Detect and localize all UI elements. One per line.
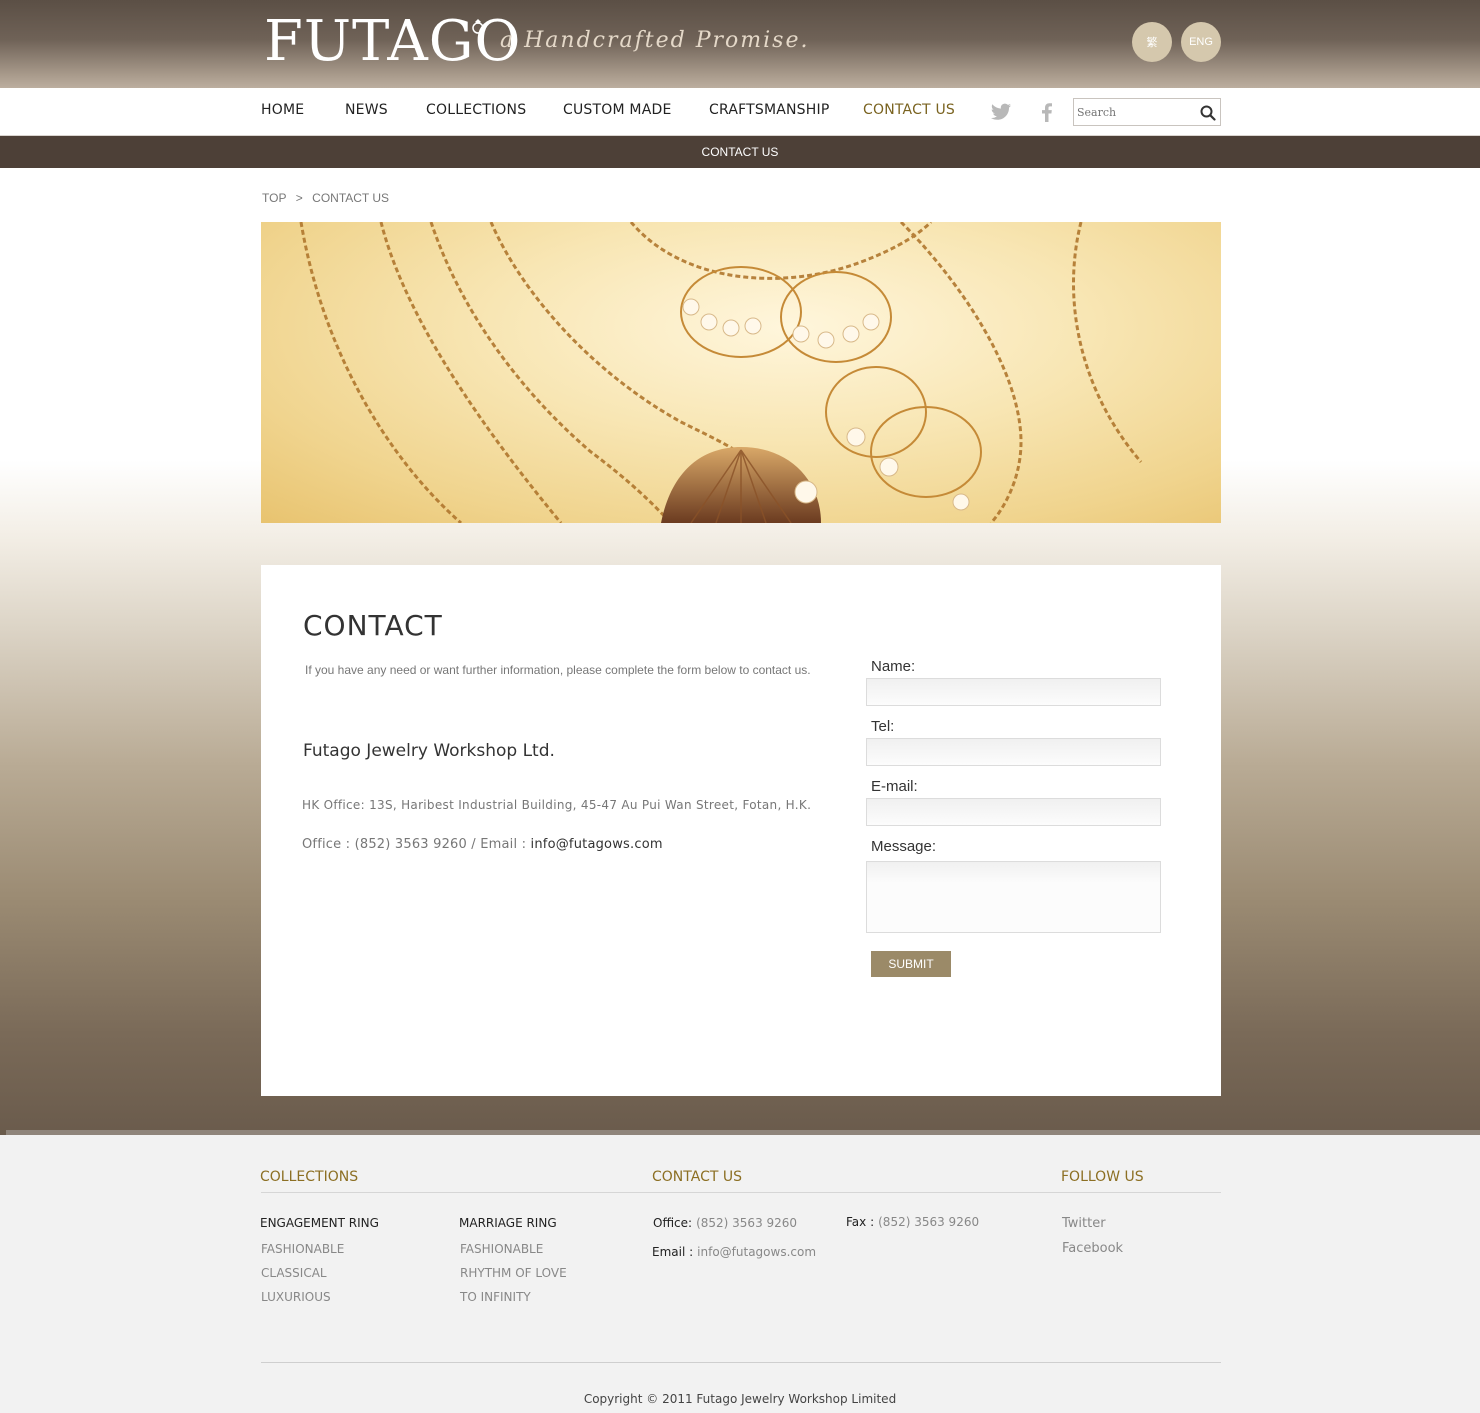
name-label: Name: <box>871 658 916 675</box>
footer-email-label: Email : <box>652 1245 694 1259</box>
nav-collections[interactable]: COLLECTIONS <box>426 102 526 118</box>
footer-link-twitter[interactable]: Twitter <box>1062 1216 1106 1231</box>
office-address: HK Office: 13S, Haribest Industrial Buil… <box>302 798 812 812</box>
contact-intro-text: If you have any need or want further inf… <box>305 663 811 677</box>
email-field[interactable] <box>866 798 1161 826</box>
lang-traditional-chinese-button[interactable]: 繁 <box>1132 22 1172 62</box>
footer-contact-heading: CONTACT US <box>652 1169 742 1185</box>
breadcrumb-current: CONTACT US <box>312 191 390 205</box>
footer-link-engagement-fashionable[interactable]: FASHIONABLE <box>261 1242 344 1256</box>
footer-office-label: Office: <box>653 1216 693 1230</box>
nav-contact-us[interactable]: CONTACT US <box>863 102 955 118</box>
diamond-ring-icon <box>472 19 484 34</box>
twitter-icon[interactable] <box>989 100 1013 124</box>
footer-fax-value: (852) 3563 9260 <box>878 1215 980 1229</box>
submit-button[interactable]: SUBMIT <box>871 951 951 977</box>
footer-engagement-ring-heading[interactable]: ENGAGEMENT RING <box>260 1216 379 1230</box>
tagline: a Handcrafted Promise. <box>500 28 810 53</box>
footer-link-marriage-fashionable[interactable]: FASHIONABLE <box>460 1242 543 1256</box>
nav-custom-made[interactable]: CUSTOM MADE <box>563 102 672 118</box>
breadcrumb: TOP > CONTACT US <box>262 191 395 205</box>
nav-home[interactable]: HOME <box>261 102 304 118</box>
contact-email-link[interactable]: info@futagows.com <box>531 837 663 852</box>
jewelry-banner-illustration <box>299 222 1143 523</box>
footer-follow-heading: FOLLOW US <box>1061 1169 1144 1185</box>
banner-image <box>261 222 1221 523</box>
search-icon[interactable] <box>1200 105 1216 121</box>
lang-english-button[interactable]: ENG <box>1181 22 1221 62</box>
facebook-icon[interactable] <box>1035 100 1059 124</box>
footer-link-engagement-luxurious[interactable]: LUXURIOUS <box>261 1290 331 1304</box>
footer-link-marriage-to-infinity[interactable]: TO INFINITY <box>460 1290 531 1304</box>
office-contact-line: Office : (852) 3563 9260 / Email : info@… <box>302 837 663 852</box>
email-label: E-mail: <box>871 778 918 795</box>
contact-panel: CONTACT If you have any need or want fur… <box>261 565 1221 1096</box>
footer-office-value: (852) 3563 9260 <box>696 1216 798 1230</box>
nav-news[interactable]: NEWS <box>345 102 388 118</box>
footer-rule-follow <box>1061 1192 1221 1193</box>
message-field[interactable] <box>866 861 1161 933</box>
tel-field[interactable] <box>866 738 1161 766</box>
footer-collections-heading: COLLECTIONS <box>260 1169 359 1185</box>
site-footer: COLLECTIONS ENGAGEMENT RING FASHIONABLE … <box>0 1135 1480 1413</box>
footer-email-link[interactable]: info@futagows.com <box>697 1245 816 1259</box>
footer-fax: Fax : (852) 3563 9260 <box>846 1215 979 1229</box>
message-label: Message: <box>871 838 937 855</box>
breadcrumb-top[interactable]: TOP <box>262 191 286 205</box>
search-input[interactable] <box>1077 102 1195 122</box>
footer-marriage-ring-heading[interactable]: MARRIAGE RING <box>459 1216 557 1230</box>
footer-link-facebook[interactable]: Facebook <box>1062 1241 1123 1256</box>
office-phone-text: Office : (852) 3563 9260 / Email : <box>302 837 531 852</box>
footer-rule-collections <box>261 1192 652 1193</box>
footer-email: Email : info@futagows.com <box>652 1245 816 1259</box>
name-field[interactable] <box>866 678 1161 706</box>
contact-heading: CONTACT <box>303 609 443 642</box>
footer-link-engagement-classical[interactable]: CLASSICAL <box>261 1266 327 1280</box>
tel-label: Tel: <box>871 718 895 735</box>
search-box <box>1073 98 1221 126</box>
breadcrumb-separator: > <box>295 191 303 205</box>
footer-rule-contact <box>652 1192 1061 1193</box>
footer-link-marriage-rhythm-of-love[interactable]: RHYTHM OF LOVE <box>460 1266 567 1280</box>
nav-craftsmanship[interactable]: CRAFTSMANSHIP <box>709 102 829 118</box>
footer-fax-label: Fax : <box>846 1215 875 1229</box>
company-name: Futago Jewelry Workshop Ltd. <box>303 741 555 761</box>
footer-office: Office: (852) 3563 9260 <box>653 1216 797 1230</box>
main-nav: HOME NEWS COLLECTIONS CUSTOM MADE CRAFTS… <box>0 88 1480 136</box>
site-header: FUTAGO a Handcrafted Promise. 繁 ENG <box>0 0 1480 88</box>
page-title-bar: CONTACT US <box>0 136 1480 168</box>
footer-bottom-rule <box>261 1362 1221 1363</box>
copyright-text: Copyright © 2011 Futago Jewelry Workshop… <box>583 1392 897 1406</box>
